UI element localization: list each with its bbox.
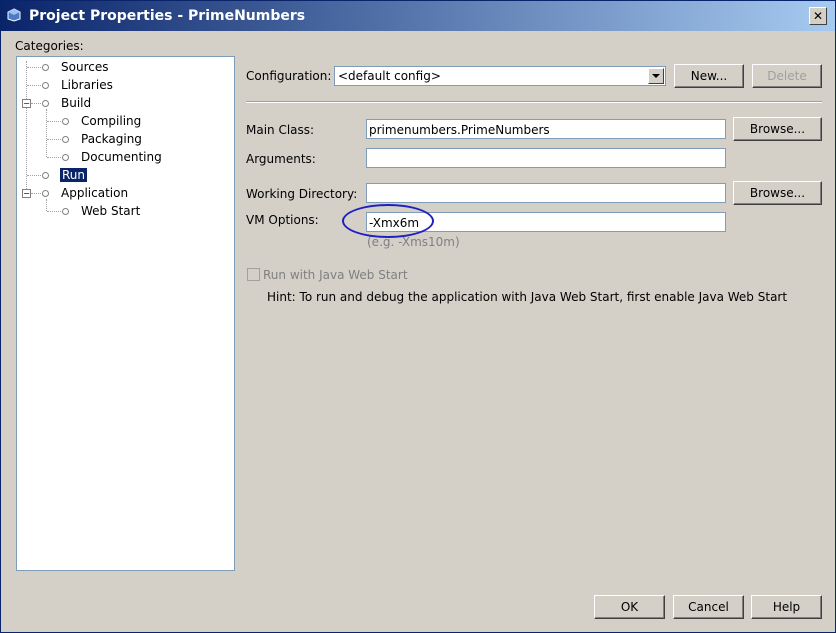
- configuration-value: <default config>: [338, 69, 441, 83]
- node-bullet-icon: [42, 190, 49, 197]
- title-bar[interactable]: Project Properties - PrimeNumbers ✕: [1, 1, 835, 31]
- tree-line: [31, 193, 41, 194]
- main-class-input[interactable]: primenumbers.PrimeNumbers: [366, 119, 726, 139]
- arguments-label: Arguments:: [246, 152, 316, 166]
- tree-line: [46, 199, 47, 211]
- node-bullet-icon: [62, 136, 69, 143]
- tree-item-application[interactable]: Application: [61, 185, 128, 201]
- node-bullet-icon: [62, 118, 69, 125]
- node-bullet-icon: [62, 154, 69, 161]
- main-class-label: Main Class:: [246, 123, 315, 137]
- help-button[interactable]: Help: [751, 595, 822, 619]
- close-icon: ✕: [812, 9, 824, 23]
- node-bullet-icon: [42, 172, 49, 179]
- collapse-icon[interactable]: −: [22, 99, 31, 108]
- tree-item-sources[interactable]: Sources: [61, 59, 108, 75]
- main-class-browse-button[interactable]: Browse...: [733, 117, 822, 141]
- tree-item-packaging[interactable]: Packaging: [81, 131, 142, 147]
- new-config-button[interactable]: New...: [674, 64, 744, 88]
- tree-line: [47, 139, 61, 140]
- working-directory-input[interactable]: [366, 183, 726, 203]
- tree-item-documenting[interactable]: Documenting: [81, 149, 162, 165]
- annotation-ellipse: [342, 204, 434, 238]
- delete-config-button[interactable]: Delete: [752, 64, 822, 88]
- dropdown-arrow-icon[interactable]: [648, 68, 664, 84]
- web-start-checkbox[interactable]: [247, 268, 260, 281]
- web-start-hint: Hint: To run and debug the application w…: [267, 290, 788, 304]
- node-bullet-icon: [42, 100, 49, 107]
- vm-options-label: VM Options:: [246, 213, 319, 227]
- working-directory-browse-button[interactable]: Browse...: [733, 181, 822, 205]
- categories-tree[interactable]: Sources Libraries − Build Compiling Pack…: [16, 56, 235, 571]
- collapse-icon[interactable]: −: [22, 189, 31, 198]
- configuration-label: Configuration:: [246, 69, 332, 83]
- web-start-checkbox-label: Run with Java Web Start: [263, 268, 408, 282]
- window-title: Project Properties - PrimeNumbers: [29, 8, 306, 24]
- cancel-button[interactable]: Cancel: [673, 595, 744, 619]
- arguments-input[interactable]: [366, 148, 726, 168]
- configuration-dropdown[interactable]: <default config>: [334, 66, 666, 86]
- categories-label: Categories:: [15, 39, 84, 53]
- cube-icon: [7, 8, 21, 22]
- node-bullet-icon: [42, 64, 49, 71]
- tree-line: [27, 67, 41, 68]
- tree-line: [27, 85, 41, 86]
- close-button[interactable]: ✕: [809, 7, 827, 25]
- tree-line: [31, 103, 41, 104]
- project-properties-dialog: Project Properties - PrimeNumbers ✕ Cate…: [0, 0, 836, 633]
- tree-line: [27, 175, 41, 176]
- tree-line: [47, 157, 61, 158]
- tree-item-libraries[interactable]: Libraries: [61, 77, 113, 93]
- tree-line: [47, 121, 61, 122]
- tree-item-build[interactable]: Build: [61, 95, 91, 111]
- node-bullet-icon: [62, 208, 69, 215]
- tree-line: [47, 211, 61, 212]
- separator: [246, 101, 822, 103]
- node-bullet-icon: [42, 82, 49, 89]
- ok-button[interactable]: OK: [594, 595, 665, 619]
- working-directory-label: Working Directory:: [246, 187, 358, 201]
- tree-item-web-start[interactable]: Web Start: [81, 203, 140, 219]
- tree-line: [26, 61, 27, 197]
- tree-line: [46, 109, 47, 157]
- tree-item-run[interactable]: Run: [60, 167, 88, 183]
- tree-item-compiling[interactable]: Compiling: [81, 113, 141, 129]
